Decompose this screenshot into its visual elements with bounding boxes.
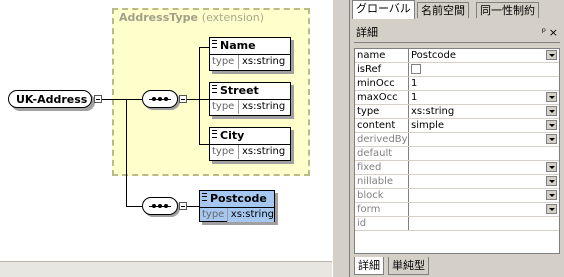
property-value[interactable]: 1 <box>411 91 417 104</box>
type-key: type <box>210 145 239 159</box>
close-icon[interactable]: × <box>549 24 558 42</box>
tab-identity-constraint[interactable]: 同一性制約 <box>476 2 539 18</box>
dropdown-arrow-icon[interactable] <box>546 190 557 200</box>
element-street-label: Street <box>220 84 259 97</box>
type-key: type <box>210 55 239 69</box>
element-node-street[interactable]: Street type xs:string <box>209 82 291 116</box>
element-postcode-label: Postcode <box>210 192 267 205</box>
root-collapse-icon[interactable] <box>94 95 102 103</box>
property-value[interactable]: simple <box>411 119 444 132</box>
property-row-nillable[interactable]: nillable <box>355 175 559 189</box>
property-key: default <box>355 147 409 160</box>
connector-line <box>199 144 209 145</box>
dropdown-arrow-icon[interactable] <box>546 134 557 144</box>
pane-splitter[interactable] <box>332 0 350 277</box>
property-key: type <box>355 105 409 118</box>
horizontal-scrollbar[interactable] <box>0 261 332 277</box>
connector-line <box>199 47 209 48</box>
tab-global[interactable]: グローバル <box>352 0 415 19</box>
dropdown-arrow-icon[interactable] <box>546 106 557 116</box>
connector-line <box>199 47 200 144</box>
property-row-default[interactable]: default <box>355 147 559 161</box>
property-key: derivedBy <box>357 133 409 146</box>
pin-icon[interactable]: ᵖ <box>542 24 546 42</box>
element-name-label: Name <box>220 39 256 52</box>
connector-line <box>187 206 199 207</box>
complex-type-name: AddressType <box>119 11 198 24</box>
root-element-node[interactable]: UK-Address <box>8 90 92 108</box>
property-row-maxocc[interactable]: maxOcc 1 <box>355 91 559 105</box>
element-node-postcode[interactable]: Postcode type xs:string <box>199 190 275 222</box>
property-key: id <box>355 217 409 230</box>
type-value: xs:string <box>242 56 286 67</box>
dropdown-arrow-icon[interactable] <box>546 120 557 130</box>
property-row-block[interactable]: block <box>355 189 559 203</box>
connector-line <box>102 99 142 100</box>
bottom-tabs: 詳細 単純型 <box>350 257 564 277</box>
property-key: form <box>355 203 409 216</box>
property-value[interactable]: 1 <box>411 77 417 90</box>
property-row-name[interactable]: name Postcode <box>355 49 559 63</box>
property-key: maxOcc <box>355 91 409 104</box>
type-key: type <box>200 208 228 222</box>
property-key: minOcc <box>355 77 409 90</box>
property-key: name <box>355 49 409 62</box>
property-value[interactable]: Postcode <box>411 49 457 62</box>
connector-line <box>187 99 199 100</box>
type-value: xs:string <box>242 146 286 157</box>
isref-checkbox[interactable] <box>411 64 421 74</box>
dropdown-arrow-icon[interactable] <box>546 204 557 214</box>
property-row-form[interactable]: form <box>355 203 559 217</box>
element-city-label: City <box>220 129 245 142</box>
panel-titlebar: 詳細 ᵖ × <box>354 24 560 43</box>
complex-type-derivation: (extension) <box>201 11 265 24</box>
sequence-compositor-base[interactable] <box>142 90 178 108</box>
dropdown-arrow-icon[interactable] <box>546 176 557 186</box>
property-row-minocc[interactable]: minOcc 1 <box>355 77 559 91</box>
tab-simple-type[interactable]: 単純型 <box>388 257 429 275</box>
property-key: block <box>355 189 409 202</box>
property-key: isRef <box>355 63 409 76</box>
property-key: content <box>355 119 409 132</box>
sequence-compositor-extension[interactable] <box>142 197 178 215</box>
extension-sequence-collapse-icon[interactable] <box>179 202 187 210</box>
property-grid: name Postcode isRef minOcc 1 maxOcc 1 type xs:st… <box>354 48 560 254</box>
element-node-city[interactable]: City type xs:string <box>209 127 291 161</box>
connector-line <box>199 99 209 100</box>
top-tabs: グローバル 名前空間 同一性制約 <box>350 0 564 20</box>
panel-title: 詳細 <box>356 26 378 39</box>
schema-diagram[interactable]: AddressType (extension) UK-Address Name … <box>0 0 332 277</box>
dropdown-arrow-icon[interactable] <box>546 50 557 60</box>
root-element-label: UK-Address <box>16 93 88 106</box>
type-key: type <box>210 100 239 114</box>
details-panel: グローバル 名前空間 同一性制約 詳細 ᵖ × name Postcode isRe… <box>350 0 564 277</box>
complex-type-title: AddressType (extension) <box>119 11 264 24</box>
property-row-isref[interactable]: isRef <box>355 63 559 77</box>
type-value: xs:string <box>227 208 274 222</box>
property-row-derivedby[interactable]: derivedBy <box>355 133 559 147</box>
property-row-fixed[interactable]: fixed <box>355 161 559 175</box>
dropdown-arrow-icon[interactable] <box>546 162 557 172</box>
property-row-content[interactable]: content simple <box>355 119 559 133</box>
property-row-id[interactable]: id <box>355 217 559 231</box>
property-value[interactable]: xs:string <box>411 105 454 118</box>
tab-details[interactable]: 詳細 <box>354 257 384 275</box>
property-key: nillable <box>355 175 409 188</box>
connector-line <box>126 99 127 206</box>
dropdown-arrow-icon[interactable] <box>546 92 557 102</box>
sequence-collapse-icon[interactable] <box>179 95 187 103</box>
property-row-type[interactable]: type xs:string <box>355 105 559 119</box>
element-node-name[interactable]: Name type xs:string <box>209 37 291 71</box>
property-key: fixed <box>355 161 409 174</box>
connector-line <box>126 206 142 207</box>
type-value: xs:string <box>242 101 286 112</box>
tab-namespace[interactable]: 名前空間 <box>417 2 469 18</box>
